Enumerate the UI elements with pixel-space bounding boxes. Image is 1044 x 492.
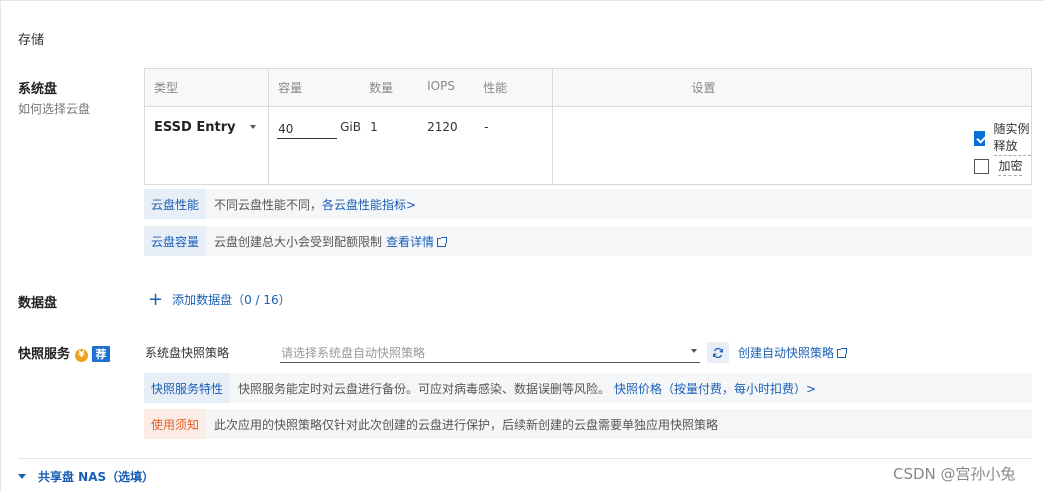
add-data-disk-button[interactable]: + 添加数据盘（0 / 16） [148,288,291,310]
section-divider [18,458,1032,459]
snapshot-policy-placeholder: 请选择系统盘自动快照策略 [281,346,426,360]
recommend-badge: 荐 [92,346,111,362]
disk-type-value: ESSD Entry [154,120,236,135]
release-with-instance-option[interactable]: 随实例释放 [974,120,1031,156]
storage-card: 存储 系统盘 如何选择云盘 类型 容量 数量 IOPS 性能 设置 ESSD E… [0,0,1044,492]
snapshot-feature-text: 快照服务能定时对云盘进行备份。可应对病毒感染、数据误删等风险。 [238,381,611,396]
create-snapshot-policy-label: 创建自动快照策略 [738,346,835,360]
refresh-button[interactable] [707,342,729,363]
disk-count: 1 [370,120,378,134]
release-with-instance-checkbox[interactable] [974,130,985,146]
disk-capacity-text: 云盘创建总大小会受到配额限制 [214,234,383,249]
add-data-disk-label: 添加数据盘（0 / 16） [172,293,291,307]
section-title: 存储 [18,33,45,48]
disk-type-select[interactable]: ESSD Entry [145,120,268,135]
snapshot-policy-label: 系统盘快照策略 [145,346,230,360]
disk-iops: 2120 [427,120,458,134]
disk-capacity-cell: GiB 1 2120 - [268,106,554,185]
disk-settings-cell: 随实例释放 加密 [553,107,1032,185]
disk-performance-info: 云盘性能 不同云盘性能不同， 各云盘性能指标> [144,189,1032,219]
external-link-icon [837,348,848,358]
capacity-unit: GiB [340,120,361,134]
column-header-count: 数量 [369,81,394,95]
disk-performance-text: 不同云盘性能不同， [214,197,323,212]
column-header-capacity: 容量 [278,81,303,95]
yuan-icon: ¥ [75,348,89,362]
usage-notice-text: 此次应用的快照策略仅针对此次创建的云盘进行保护，后续新创建的云盘需要单独应用快照… [214,417,719,432]
snapshot-service-heading: 快照服务 ¥ 荐 [18,343,111,362]
column-header-type: 类型 [144,68,270,107]
encrypt-option[interactable]: 加密 [974,157,1023,176]
view-details-label: 查看详情 [386,234,435,249]
disk-type-cell: ESSD Entry [144,106,270,185]
chevron-down-icon [250,125,257,129]
shared-nas-toggle[interactable]: 共享盘 NAS（选填） [18,468,154,485]
shared-nas-label: 共享盘 NAS（选填） [38,470,155,484]
snapshot-price-link[interactable]: 快照价格（按量付费，每小时扣费）> [614,380,816,397]
disk-performance-link[interactable]: 各云盘性能指标> [322,196,416,213]
disk-performance-tag: 云盘性能 [144,189,207,219]
snapshot-service-label: 快照服务 [18,347,71,362]
refresh-icon [713,347,723,358]
disk-capacity-info: 云盘容量 云盘创建总大小会受到配额限制 查看详情 [144,226,1032,256]
plus-icon: + [148,288,164,310]
snapshot-policy-select[interactable]: 请选择系统盘自动快照策略 [280,341,700,363]
data-disk-label: 数据盘 [18,296,58,311]
view-details-link[interactable]: 查看详情 [386,233,448,250]
settings-group: 随实例释放 加密 [553,107,1031,184]
capacity-input[interactable] [277,119,338,139]
system-disk-table: 类型 容量 数量 IOPS 性能 设置 ESSD Entry GiB 1 [144,68,1032,185]
create-snapshot-policy-link[interactable]: 创建自动快照策略 [738,344,848,361]
column-header-settings: 设置 [552,68,1032,107]
encrypt-label: 加密 [998,157,1023,176]
system-disk-label: 系统盘 [18,82,58,97]
external-link-icon [437,236,448,247]
disk-performance: - [484,120,489,134]
chevron-down-icon [18,474,26,479]
column-header-group: 容量 数量 IOPS 性能 [268,68,554,107]
column-header-performance: 性能 [483,81,508,95]
watermark: CSDN @宫孙小兔 [893,465,1016,483]
encrypt-checkbox[interactable] [974,159,990,174]
chevron-down-icon [691,349,697,353]
disk-capacity-tag: 云盘容量 [144,226,207,256]
capacity-row: GiB 1 2120 - [269,107,552,184]
release-with-instance-label: 随实例释放 [993,120,1031,156]
column-header-iops: IOPS [427,79,455,93]
how-to-choose-disk-link[interactable]: 如何选择云盘 [18,100,90,117]
snapshot-notice-info: 使用须知 此次应用的快照策略仅针对此次创建的云盘进行保护，后续新创建的云盘需要单… [144,409,1032,439]
usage-notice-tag: 使用须知 [144,409,207,439]
snapshot-feature-info: 快照服务特性 快照服务能定时对云盘进行备份。可应对病毒感染、数据误删等风险。 快… [144,373,1032,403]
snapshot-feature-tag: 快照服务特性 [144,373,231,403]
